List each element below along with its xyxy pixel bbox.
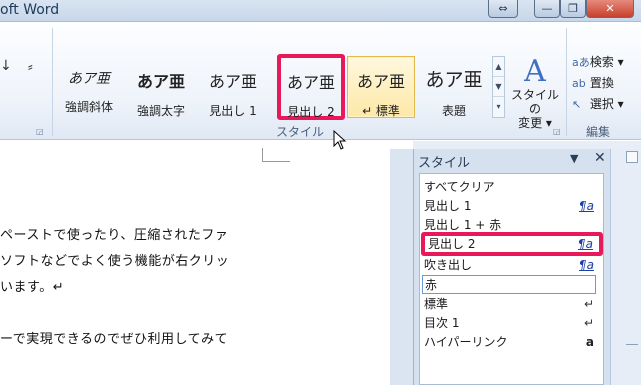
- style-tile-heading-2[interactable]: あア亜 見出し 2: [277, 54, 345, 120]
- document-line: ソフトなどでよく使う機能が右クリッ: [0, 254, 230, 269]
- pane-close-icon[interactable]: ✕: [594, 150, 606, 166]
- paragraph-style-icon: ↵: [583, 316, 594, 330]
- mouse-cursor-icon: [333, 130, 347, 150]
- styles-pane-title: スタイル: [418, 156, 471, 171]
- style-item-balloon-text[interactable]: 吹き出し ¶a: [424, 256, 596, 275]
- indent-icon[interactable]: ↓: [0, 58, 12, 74]
- find-icon: aあ: [572, 56, 590, 69]
- gallery-scroll: ▲ ▼ ▾: [492, 56, 505, 118]
- style-sample: あア亜: [356, 72, 405, 91]
- style-tile-emphasis-bold[interactable]: あア亜 強調太字: [127, 53, 195, 119]
- find-button[interactable]: aあ 検索 ▾: [572, 52, 624, 73]
- paragraph-launcher-icon[interactable]: ◲: [36, 127, 44, 136]
- style-item-label: 見出し 2: [428, 237, 476, 251]
- minimize-button[interactable]: —: [534, 0, 560, 18]
- style-sample: あア亜: [425, 69, 483, 91]
- linked-style-icon: ¶a: [579, 199, 594, 213]
- view-ruler-icon[interactable]: [626, 151, 638, 163]
- replace-button[interactable]: ab 置換: [572, 73, 624, 94]
- style-item-heading-2[interactable]: 見出し 2 ¶a: [421, 232, 603, 256]
- sort-icon[interactable]: ⸗: [28, 58, 33, 75]
- document-line: います。↵: [0, 280, 65, 295]
- style-name: 強調斜体: [64, 100, 113, 114]
- style-name: 強調太字: [136, 104, 185, 118]
- select-icon: ↖: [572, 98, 582, 111]
- style-item-toc-1[interactable]: 目次 1 ↵: [424, 314, 596, 333]
- style-tile-heading-1[interactable]: あア亜 見出し 1: [199, 53, 267, 119]
- select-label: 選択 ▾: [589, 97, 624, 111]
- paragraph-style-icon: ↵: [583, 297, 594, 311]
- close-button[interactable]: ✕: [586, 0, 634, 18]
- style-item-label: 見出し 1 + 赤: [424, 218, 502, 232]
- style-tile-title[interactable]: あア亜 表題: [420, 53, 488, 119]
- gallery-down-icon[interactable]: ▼: [493, 77, 504, 97]
- editing-group-label: 編集: [586, 125, 611, 139]
- style-sample: あア亜: [208, 72, 257, 91]
- margin-marker: [262, 148, 290, 162]
- styles-group-label: スタイル: [276, 125, 325, 139]
- style-item-heading-1[interactable]: 見出し 1 ¶a: [424, 197, 596, 216]
- style-item-label: 赤: [425, 278, 438, 292]
- document-line: ーで実現できるのでぜひ利用してみて: [0, 332, 229, 347]
- ribbon-minimize-button[interactable]: ⇔: [488, 0, 518, 18]
- title-bar: oft Word ⇔ — ❐ ✕: [0, 0, 641, 22]
- maximize-button[interactable]: ❐: [560, 0, 586, 18]
- styles-launcher-icon[interactable]: ◲: [553, 127, 561, 136]
- document-line: ペーストで使ったり、圧縮されたファ: [0, 228, 229, 243]
- right-scroll-strip: [610, 149, 641, 385]
- select-button[interactable]: ↖ 選択 ▾: [572, 94, 624, 115]
- quick-style-gallery: あア亜 強調斜体 あア亜 強調太字 あア亜 見出し 1 あア亜 見出し 2 あア…: [55, 53, 505, 123]
- styles-list: すべてクリア 見出し 1 ¶a 見出し 1 + 赤 見出し 2 ¶a 吹き出し …: [419, 173, 604, 385]
- style-tile-emphasis-italic[interactable]: あア亜 強調斜体: [55, 53, 123, 119]
- window-title: oft Word: [0, 2, 60, 18]
- style-item-label: 見出し 1: [424, 199, 472, 213]
- replace-icon: ab: [572, 77, 586, 90]
- style-tile-normal[interactable]: あア亜 ↵ 標準: [347, 56, 415, 118]
- change-styles-button[interactable]: A スタイルの 変更 ▾: [509, 54, 561, 131]
- group-separator: [566, 28, 567, 136]
- linked-style-icon: ¶a: [578, 237, 593, 251]
- scroll-marker: [626, 344, 638, 352]
- change-styles-label-1: スタイルの: [510, 88, 559, 116]
- linked-style-icon: ¶a: [579, 258, 594, 272]
- style-item-label: 吹き出し: [424, 258, 473, 272]
- style-item-label: 目次 1: [424, 316, 460, 330]
- editing-group: aあ 検索 ▾ ab 置換 ↖ 選択 ▾: [572, 52, 624, 115]
- style-item-label: すべてクリア: [424, 180, 495, 194]
- style-item-clear-all[interactable]: すべてクリア: [424, 178, 596, 197]
- style-item-hyperlink[interactable]: ハイパーリンク a: [424, 333, 596, 352]
- pane-menu-icon[interactable]: ▼: [570, 152, 578, 165]
- page-edge: [390, 149, 413, 385]
- ribbon: ↓ ⸗ あア亜 強調斜体 あア亜 強調太字 あア亜 見出し 1 あア亜 見出し …: [0, 22, 641, 140]
- find-label: 検索 ▾: [589, 55, 624, 69]
- styles-pane: スタイル ▼ ✕ すべてクリア 見出し 1 ¶a 見出し 1 + 赤 見出し 2…: [413, 149, 610, 385]
- style-sample: あア亜: [286, 73, 335, 92]
- gallery-more-icon[interactable]: ▾: [493, 97, 504, 117]
- gallery-up-icon[interactable]: ▲: [493, 57, 504, 77]
- group-separator: [52, 28, 53, 136]
- change-styles-icon: A: [524, 54, 546, 89]
- style-sample: あア亜: [136, 72, 185, 91]
- style-item-label: ハイパーリンク: [424, 335, 508, 349]
- style-name: 見出し 1: [209, 104, 257, 118]
- style-name: ↵ 標準: [362, 104, 400, 118]
- character-style-icon: a: [585, 335, 594, 349]
- style-item-label: 標準: [424, 297, 449, 311]
- style-item-red[interactable]: 赤: [422, 275, 596, 294]
- style-sample: あア亜: [68, 71, 110, 87]
- replace-label: 置換: [589, 76, 614, 90]
- style-name: 表題: [441, 104, 466, 118]
- style-name: 見出し 2: [287, 105, 335, 119]
- style-item-normal[interactable]: 標準 ↵: [424, 295, 596, 314]
